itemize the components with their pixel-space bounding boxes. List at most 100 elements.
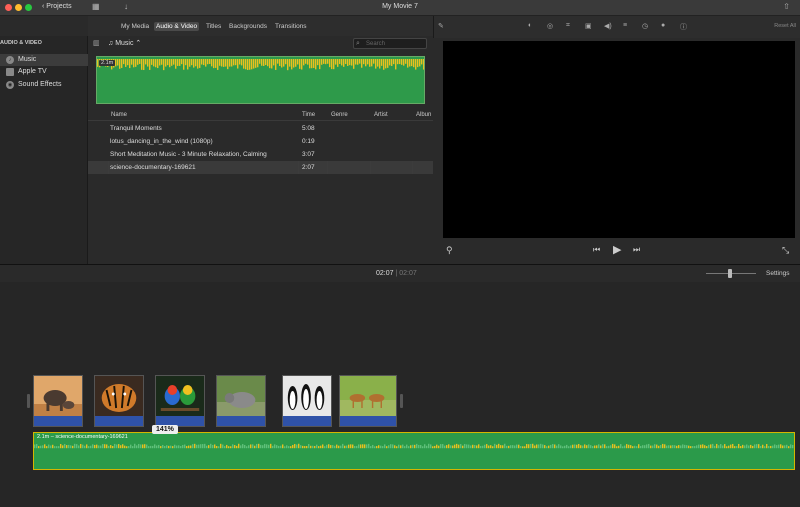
source-select-label: Music — [115, 40, 134, 47]
column-divider — [412, 161, 413, 174]
tab-backgrounds[interactable]: Backgrounds — [227, 22, 269, 31]
clip-trim-handle[interactable] — [27, 394, 30, 408]
stabilization-icon[interactable]: ▣ — [585, 22, 592, 30]
sidebar-item-label: Sound Effects — [18, 81, 62, 88]
music-icon: ♪ — [6, 56, 14, 64]
total-time: 02:07 — [399, 270, 417, 277]
timeline-toolbar: 02:07 | 02:07 Settings — [0, 264, 800, 282]
column-artist[interactable]: Artist — [374, 112, 388, 118]
sidebar-item-label: Apple TV — [18, 68, 47, 75]
window-title: My Movie 7 — [382, 3, 418, 10]
list-item-selected[interactable]: science-documentary-169621 2:07 — [88, 161, 433, 174]
current-time: 02:07 — [376, 270, 394, 277]
share-icon[interactable]: ⇧ — [783, 2, 790, 11]
browser-tab-bar: My Media Audio & Video Titles Background… — [88, 16, 433, 36]
preview-waveform — [97, 59, 424, 71]
list-item[interactable]: lotus_dancing_in_the_wind (1080p) 0:19 — [88, 135, 433, 148]
play-icon[interactable]: ▶ — [613, 243, 621, 256]
tab-titles[interactable]: Titles — [204, 22, 223, 31]
clip-audio-strip — [217, 416, 265, 426]
list-item[interactable]: Tranquil Moments 5:08 — [88, 122, 433, 135]
adjustment-toolbar: ✎ ◐ ◎ ⌗ ▣ ◀) ≡ ◷ ● ⓘ Reset All — [433, 16, 800, 38]
column-time[interactable]: Time — [302, 112, 315, 118]
clip-audio-strip — [283, 416, 331, 426]
sidebar-header: AUDIO & VIDEO — [0, 40, 42, 46]
clip-audio-strip — [34, 416, 82, 426]
column-divider — [298, 161, 299, 174]
search-placeholder: Search — [366, 41, 386, 47]
item-name: science-documentary-169621 — [110, 164, 196, 171]
color-balance-icon[interactable]: ◐ — [528, 22, 532, 29]
clip-thumbnail — [283, 376, 331, 416]
playback-controls: ⚲ ⏮ ▶ ⏭ ⤡ — [433, 238, 800, 264]
clip-thumbnail — [156, 376, 204, 416]
column-name[interactable]: Name — [111, 112, 127, 118]
column-divider — [370, 161, 371, 174]
sidebar-item-sound-effects[interactable]: ◉ Sound Effects — [0, 79, 88, 91]
magic-wand-icon[interactable]: ✎ — [438, 22, 444, 30]
video-clip-elephants[interactable] — [33, 375, 83, 427]
speed-icon[interactable]: ◷ — [642, 22, 648, 30]
preview-length-badge: 2.1m — [99, 60, 116, 66]
background-music-track[interactable]: 2.1m – science-documentary-169621 — [33, 432, 795, 470]
equalizer-icon[interactable]: ≡ — [623, 22, 627, 29]
clip-thumbnail — [34, 376, 82, 416]
item-time: 5:08 — [302, 125, 315, 132]
volume-level-tag: 141% — [152, 425, 178, 434]
video-clip-tiger[interactable] — [94, 375, 144, 427]
item-time: 2:07 — [302, 164, 315, 171]
tab-my-media[interactable]: My Media — [119, 22, 151, 31]
item-time: 0:19 — [302, 138, 315, 145]
video-clip-rhino[interactable] — [216, 375, 266, 427]
clip-trim-handle[interactable] — [400, 394, 403, 408]
column-genre[interactable]: Genre — [331, 112, 348, 118]
item-name: Short Meditation Music - 3 Minute Relaxa… — [110, 151, 267, 158]
filter-icon[interactable]: ● — [661, 22, 665, 29]
reset-all-button[interactable]: Reset All — [774, 23, 796, 29]
microphone-icon[interactable]: ⚲ — [446, 245, 453, 256]
clip-audio-strip — [95, 416, 143, 426]
browser-toolbar: ▥ ♫ Music ⌃ ⌕ Search — [88, 36, 433, 52]
item-name: Tranquil Moments — [110, 125, 162, 132]
clip-thumbnail — [217, 376, 265, 416]
title-bar: ‹ Projects ▦ ↓ My Movie 7 ⇧ — [0, 0, 800, 16]
timeline-settings-button[interactable]: Settings — [766, 270, 790, 277]
audio-waveform-preview[interactable]: 2.1m — [96, 56, 425, 104]
timecode-display: 02:07 | 02:07 — [376, 270, 417, 277]
music-track-label: 2.1m – science-documentary-169621 — [37, 434, 128, 440]
sidebar-toggle-icon[interactable]: ▥ — [93, 39, 100, 47]
zoom-slider-knob[interactable] — [728, 269, 732, 278]
sidebar-item-music[interactable]: ♪ Music — [0, 54, 88, 66]
crop-icon[interactable]: ⌗ — [566, 22, 570, 30]
tab-transitions[interactable]: Transitions — [273, 22, 309, 31]
skip-forward-icon[interactable]: ⏭ — [633, 245, 640, 255]
item-name: lotus_dancing_in_the_wind (1080p) — [110, 138, 213, 145]
music-waveform — [34, 443, 794, 449]
volume-icon[interactable]: ◀) — [604, 22, 612, 30]
column-album[interactable]: Albun — [416, 112, 431, 118]
sidebar-item-label: Music — [18, 56, 37, 63]
clip-thumbnail — [340, 376, 396, 416]
tab-audio-video[interactable]: Audio & Video — [154, 22, 200, 31]
column-divider — [108, 161, 109, 174]
search-input[interactable]: ⌕ Search — [353, 38, 427, 49]
column-divider — [327, 161, 328, 174]
list-header: Name Time Genre Artist Albun — [88, 109, 433, 121]
video-clip-antelopes[interactable] — [339, 375, 397, 427]
clip-thumbnail — [95, 376, 143, 416]
list-item[interactable]: Short Meditation Music - 3 Minute Relaxa… — [88, 148, 433, 161]
music-source-select[interactable]: ♫ Music ⌃ — [108, 39, 141, 47]
skip-back-icon[interactable]: ⏮ — [593, 245, 600, 255]
item-time: 3:07 — [302, 151, 315, 158]
search-icon: ⌕ — [356, 40, 360, 47]
tv-icon — [6, 68, 14, 76]
library-sidebar: AUDIO & VIDEO ♪ Music Apple TV ◉ Sound E… — [0, 36, 88, 264]
sidebar-item-apple-tv[interactable]: Apple TV — [0, 66, 88, 78]
info-icon[interactable]: ⓘ — [680, 22, 687, 32]
video-viewer[interactable] — [443, 41, 795, 238]
expand-icon[interactable]: ⤡ — [782, 245, 789, 256]
color-correction-icon[interactable]: ◎ — [547, 22, 553, 30]
video-clip-parrots[interactable] — [155, 375, 205, 427]
video-clip-penguins[interactable] — [282, 375, 332, 427]
project-timeline[interactable]: 2.1m – science-documentary-169621 141% — [0, 282, 800, 507]
